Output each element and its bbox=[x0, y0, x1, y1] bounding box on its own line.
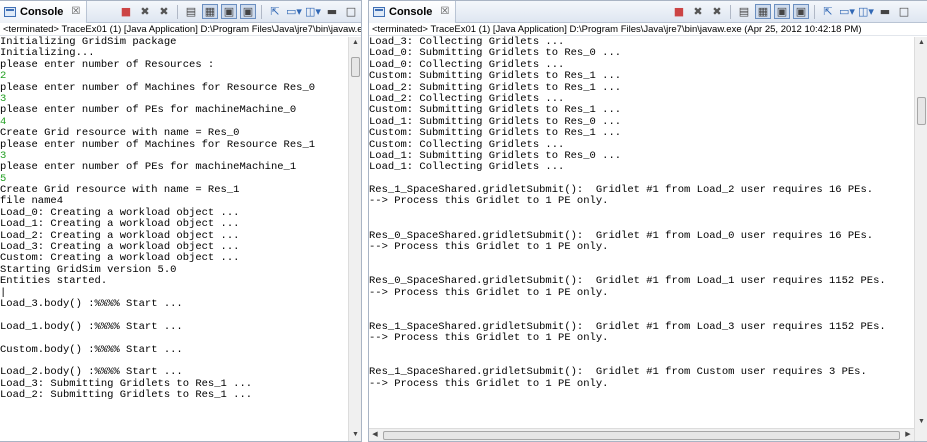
show-stderr-icon[interactable]: ▣ bbox=[240, 4, 256, 19]
console-output-line: Load_1: Creating a workload object ... bbox=[0, 218, 240, 231]
close-icon[interactable]: ☒ bbox=[440, 6, 449, 17]
console-output[interactable]: Initializing GridSim package Initializing… bbox=[0, 36, 316, 402]
view-tab-bar: Console ☒ ■ ✖ ✖ ▤ ▦ ▣ ▣ ⇱ ▭▾ ◫▾ ▬ □ bbox=[369, 1, 927, 23]
scroll-lock-icon[interactable]: ▦ bbox=[202, 4, 218, 19]
scroll-left-icon[interactable]: ◀ bbox=[369, 429, 381, 441]
console-tab[interactable]: Console ☒ bbox=[0, 1, 88, 23]
open-console-icon[interactable]: ◫▾ bbox=[305, 4, 321, 19]
console-output-line: please enter number of PEs for machineMa… bbox=[0, 104, 297, 117]
terminate-icon[interactable]: ■ bbox=[671, 4, 687, 19]
console-output-line: --> Process this Gridlet to 1 PE only. bbox=[369, 286, 609, 299]
console-tab[interactable]: Console ☒ bbox=[369, 1, 457, 23]
console-output-line: Load_2.body() :%%%% Start ... bbox=[0, 366, 183, 379]
console-output-line: Load_3.body() :%%%% Start ... bbox=[0, 297, 183, 310]
console-output-line: --> Process this Gridlet to 1 PE only. bbox=[369, 241, 609, 254]
console-output-line: Custom: Submitting Gridlets to Res_1 ... bbox=[369, 70, 622, 83]
console-output-line: please enter number of Machines for Reso… bbox=[0, 81, 316, 94]
console-output-line: Custom: Submitting Gridlets to Res_1 ... bbox=[369, 127, 622, 140]
console-output[interactable]: Load_3: Collecting Gridlets ... Load_0: S… bbox=[369, 36, 886, 390]
scroll-down-icon[interactable]: ▼ bbox=[915, 416, 927, 428]
scroll-lock-icon[interactable]: ▦ bbox=[755, 4, 771, 19]
display-console-icon[interactable]: ▭▾ bbox=[286, 4, 302, 19]
console-output-line: Custom.body() :%%%% Start ... bbox=[0, 343, 183, 356]
console-output-line: Load_2: Submitting Gridlets to Res_1 ... bbox=[0, 389, 253, 402]
console-toolbar: ■ ✖ ✖ ▤ ▦ ▣ ▣ ⇱ ▭▾ ◫▾ ▬ □ bbox=[118, 4, 359, 19]
console-output-line: please enter number of Resources : bbox=[0, 58, 215, 71]
console-icon bbox=[373, 6, 385, 17]
pin-console-icon[interactable]: ⇱ bbox=[820, 4, 836, 19]
horizontal-scrollbar[interactable]: ◀ ▶ bbox=[369, 428, 914, 441]
vertical-scrollbar[interactable]: ▲ ▼ bbox=[914, 37, 927, 441]
console-output-line: --> Process this Gridlet to 1 PE only. bbox=[369, 195, 609, 208]
toolbar-separator bbox=[730, 4, 731, 19]
vertical-scrollbar[interactable]: ▲ ▼ bbox=[348, 37, 361, 441]
console-output-line: Load_1.body() :%%%% Start ... bbox=[0, 320, 183, 333]
remove-launch-icon[interactable]: ✖ bbox=[137, 4, 153, 19]
scroll-up-icon[interactable]: ▲ bbox=[915, 37, 927, 49]
view-tab-bar: Console ☒ ■ ✖ ✖ ▤ ▦ ▣ ▣ ⇱ ▭▾ ◫▾ ▬ □ bbox=[0, 1, 361, 23]
minimize-icon[interactable]: ▬ bbox=[324, 4, 340, 19]
console-output-line: Res_0_SpaceShared.gridletSubmit(): Gridl… bbox=[369, 275, 886, 288]
console-output-line: please enter number of PEs for machineMa… bbox=[0, 161, 297, 174]
console-output-line: please enter number of Machines for Reso… bbox=[0, 138, 316, 151]
scroll-right-icon[interactable]: ▶ bbox=[902, 429, 914, 441]
console-toolbar: ■ ✖ ✖ ▤ ▦ ▣ ▣ ⇱ ▭▾ ◫▾ ▬ □ bbox=[671, 4, 912, 19]
remove-launch-icon[interactable]: ✖ bbox=[690, 4, 706, 19]
close-icon[interactable]: ☒ bbox=[71, 6, 80, 17]
console-output-line: --> Process this Gridlet to 1 PE only. bbox=[369, 332, 609, 345]
scrollbar-thumb[interactable] bbox=[351, 57, 360, 77]
console-input-line: 2 bbox=[0, 70, 7, 83]
clear-console-icon[interactable]: ▤ bbox=[183, 4, 199, 19]
show-stdout-icon[interactable]: ▣ bbox=[774, 4, 790, 19]
scrollbar-thumb[interactable] bbox=[917, 97, 926, 125]
console-output-line: --> Process this Gridlet to 1 PE only. bbox=[369, 377, 609, 390]
process-status: <terminated> TraceEx01 (1) [Java Applica… bbox=[0, 23, 361, 36]
console-output-line: Res_1_SpaceShared.gridletSubmit(): Gridl… bbox=[369, 366, 867, 379]
minimize-icon[interactable]: ▬ bbox=[877, 4, 893, 19]
console-tab-label: Console bbox=[20, 5, 64, 18]
process-status: <terminated> TraceEx01 (1) [Java Applica… bbox=[369, 23, 927, 36]
scroll-down-icon[interactable]: ▼ bbox=[349, 429, 361, 441]
console-tab-label: Console bbox=[389, 5, 433, 18]
console-output-line: Create Grid resource with name = Res_0 bbox=[0, 127, 240, 140]
console-icon bbox=[4, 6, 16, 17]
maximize-icon[interactable]: □ bbox=[343, 4, 359, 19]
console-output-line: Entities started. bbox=[0, 275, 108, 288]
left-console-view: Console ☒ ■ ✖ ✖ ▤ ▦ ▣ ▣ ⇱ ▭▾ ◫▾ ▬ □ <ter… bbox=[0, 0, 362, 442]
right-console-view: Console ☒ ■ ✖ ✖ ▤ ▦ ▣ ▣ ⇱ ▭▾ ◫▾ ▬ □ <ter… bbox=[368, 0, 927, 442]
scrollbar-thumb[interactable] bbox=[383, 431, 900, 440]
remove-all-icon[interactable]: ✖ bbox=[156, 4, 172, 19]
remove-all-icon[interactable]: ✖ bbox=[709, 4, 725, 19]
open-console-icon[interactable]: ◫▾ bbox=[858, 4, 874, 19]
maximize-icon[interactable]: □ bbox=[896, 4, 912, 19]
console-output-line: Load_1: Collecting Gridlets ... bbox=[369, 161, 565, 174]
terminate-icon[interactable]: ■ bbox=[118, 4, 134, 19]
scroll-up-icon[interactable]: ▲ bbox=[349, 37, 361, 49]
clear-console-icon[interactable]: ▤ bbox=[736, 4, 752, 19]
toolbar-separator bbox=[177, 4, 178, 19]
display-console-icon[interactable]: ▭▾ bbox=[839, 4, 855, 19]
toolbar-separator bbox=[261, 4, 262, 19]
toolbar-separator bbox=[814, 4, 815, 19]
show-stderr-icon[interactable]: ▣ bbox=[793, 4, 809, 19]
pin-console-icon[interactable]: ⇱ bbox=[267, 4, 283, 19]
show-stdout-icon[interactable]: ▣ bbox=[221, 4, 237, 19]
